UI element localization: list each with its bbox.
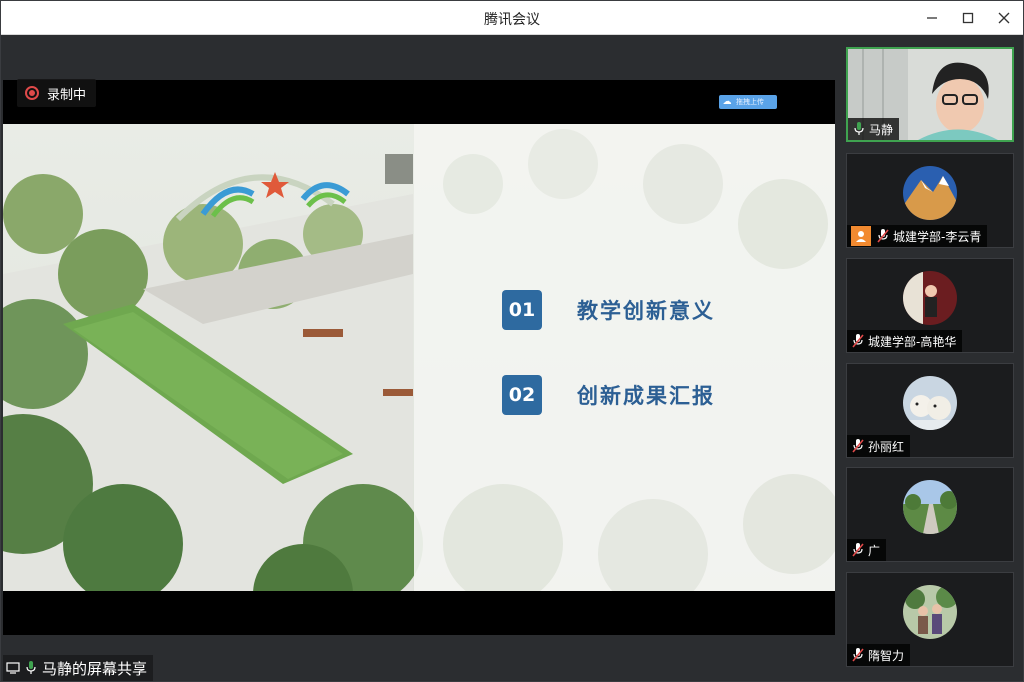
close-button[interactable] — [993, 7, 1015, 29]
participant-name-tag: 马静 — [848, 118, 900, 140]
participant-tile[interactable]: 隋智力 — [846, 572, 1014, 667]
avatar — [903, 585, 957, 639]
participant-name: 隋智力 — [868, 648, 905, 663]
participant-tile[interactable]: 城建学部-高艳华 — [846, 258, 1014, 353]
participant-name: 城建学部-高艳华 — [868, 334, 957, 349]
agenda-number: 01 — [502, 290, 542, 330]
cloud-icon: ☁ — [722, 97, 732, 107]
record-icon — [25, 86, 39, 100]
agenda-title: 创新成果汇报 — [577, 384, 715, 408]
participant-panel: 马静 城建学部-李云青 城建学部-高艳华 孙丽红 广 隋智力 — [837, 35, 1023, 681]
close-icon — [998, 12, 1010, 24]
meeting-window: 腾讯会议 录制中 ☁ 拖拽上传 01 教学创新意义 02 创新成果汇报 马静的屏… — [0, 0, 1024, 682]
shared-screen-area: 录制中 ☁ 拖拽上传 01 教学创新意义 02 创新成果汇报 马静的屏幕共享 — [3, 35, 835, 681]
recording-indicator[interactable]: 录制中 — [17, 79, 97, 107]
drag-upload-button[interactable]: ☁ 拖拽上传 — [719, 95, 777, 109]
agenda-title: 教学创新意义 — [577, 299, 715, 323]
participant-name-tag: 孙丽红 — [847, 435, 911, 457]
agenda-number: 02 — [502, 375, 542, 415]
presentation-slide: 01 教学创新意义 02 创新成果汇报 — [3, 124, 835, 591]
participant-name-tag: 隋智力 — [847, 644, 911, 666]
avatar — [903, 271, 957, 325]
window-title: 腾讯会议 — [484, 12, 540, 28]
participant-name-tag: 城建学部-高艳华 — [847, 330, 963, 352]
agenda-item-1: 01 教学创新意义 — [502, 290, 715, 330]
minimize-button[interactable] — [921, 7, 943, 29]
maximize-button[interactable] — [957, 7, 979, 29]
microphone-muted-icon[interactable] — [851, 438, 865, 454]
title-bar: 腾讯会议 — [1, 1, 1023, 35]
screen-share-label: 马静的屏幕共享 — [3, 655, 154, 681]
avatar — [903, 480, 957, 534]
participant-tile[interactable]: 孙丽红 — [846, 363, 1014, 458]
slide-background-image — [3, 124, 835, 591]
participant-name-tag: 城建学部-李云青 — [847, 225, 988, 247]
upload-label: 拖拽上传 — [736, 98, 764, 106]
avatar — [903, 166, 957, 220]
participant-tile[interactable]: 广 — [846, 467, 1014, 562]
share-owner-label: 马静的屏幕共享 — [42, 659, 148, 678]
participant-tile[interactable]: 城建学部-李云青 — [846, 153, 1014, 248]
participant-tile[interactable]: 马静 — [846, 47, 1014, 142]
avatar — [903, 376, 957, 430]
microphone-icon[interactable] — [852, 121, 866, 137]
shared-screen-bottom-band — [3, 591, 835, 635]
maximize-icon — [962, 12, 974, 24]
microphone-muted-icon[interactable] — [851, 647, 865, 663]
participant-name: 马静 — [869, 122, 894, 137]
host-icon — [851, 226, 871, 246]
microphone-muted-icon[interactable] — [851, 542, 865, 558]
microphone-muted-icon[interactable] — [876, 228, 890, 244]
minimize-icon — [927, 17, 937, 19]
participant-name-tag: 广 — [847, 539, 887, 561]
shared-screen-top-band — [3, 80, 835, 124]
recording-label: 录制中 — [47, 87, 87, 103]
microphone-icon — [24, 661, 38, 675]
microphone-muted-icon[interactable] — [851, 333, 865, 349]
participant-name: 孙丽红 — [868, 439, 905, 454]
screen-share-icon — [6, 661, 20, 675]
agenda-item-2: 02 创新成果汇报 — [502, 375, 715, 415]
participant-name: 广 — [868, 543, 881, 558]
participant-name: 城建学部-李云青 — [893, 229, 982, 244]
